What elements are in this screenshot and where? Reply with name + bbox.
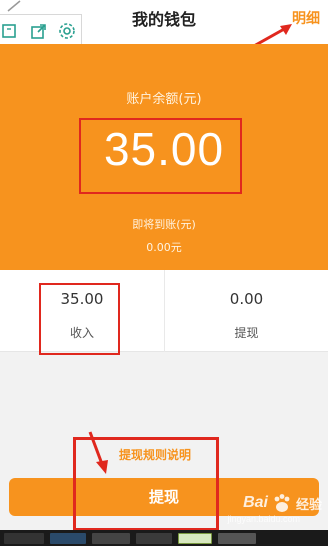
stat-withdrawal[interactable]: 0.00 提现 — [164, 270, 328, 352]
pencil-icon — [7, 0, 21, 12]
annotation-toolbar — [0, 14, 82, 48]
share-icon[interactable] — [29, 21, 49, 41]
withdrawal-label: 提现 — [234, 326, 259, 340]
gear-icon[interactable] — [57, 21, 77, 41]
watermark-brand: Bai — [243, 494, 268, 511]
annotation-arrow-withdraw — [88, 431, 108, 474]
paw-logo-icon — [274, 494, 290, 512]
thumbnail[interactable] — [178, 533, 212, 544]
baidu-watermark: Bai 经验 — [243, 492, 322, 514]
withdrawal-value: 0.00 — [229, 290, 264, 308]
detail-link[interactable]: 明细 — [292, 0, 320, 40]
pending-label: 即将到账(元) — [132, 218, 196, 231]
thumbnail[interactable] — [4, 533, 44, 544]
balance-label: 账户余额(元) — [126, 92, 202, 107]
thumbnail[interactable] — [218, 533, 256, 544]
watermark-url: jingyan.baidu.com — [227, 514, 300, 524]
thumbnail-strip — [0, 530, 328, 546]
thumbnail[interactable] — [136, 533, 172, 544]
annotation-box-balance — [79, 118, 242, 194]
annotation-box-income — [39, 283, 120, 355]
pending-value: 0.00元 — [146, 241, 182, 254]
crop-icon[interactable] — [1, 21, 21, 41]
balance-panel: 账户余额(元) 35.00 即将到账(元) 0.00元 — [0, 44, 328, 270]
watermark-brand-cn: 经验 — [295, 497, 322, 513]
thumbnail[interactable] — [92, 533, 130, 544]
thumbnail[interactable] — [50, 533, 86, 544]
